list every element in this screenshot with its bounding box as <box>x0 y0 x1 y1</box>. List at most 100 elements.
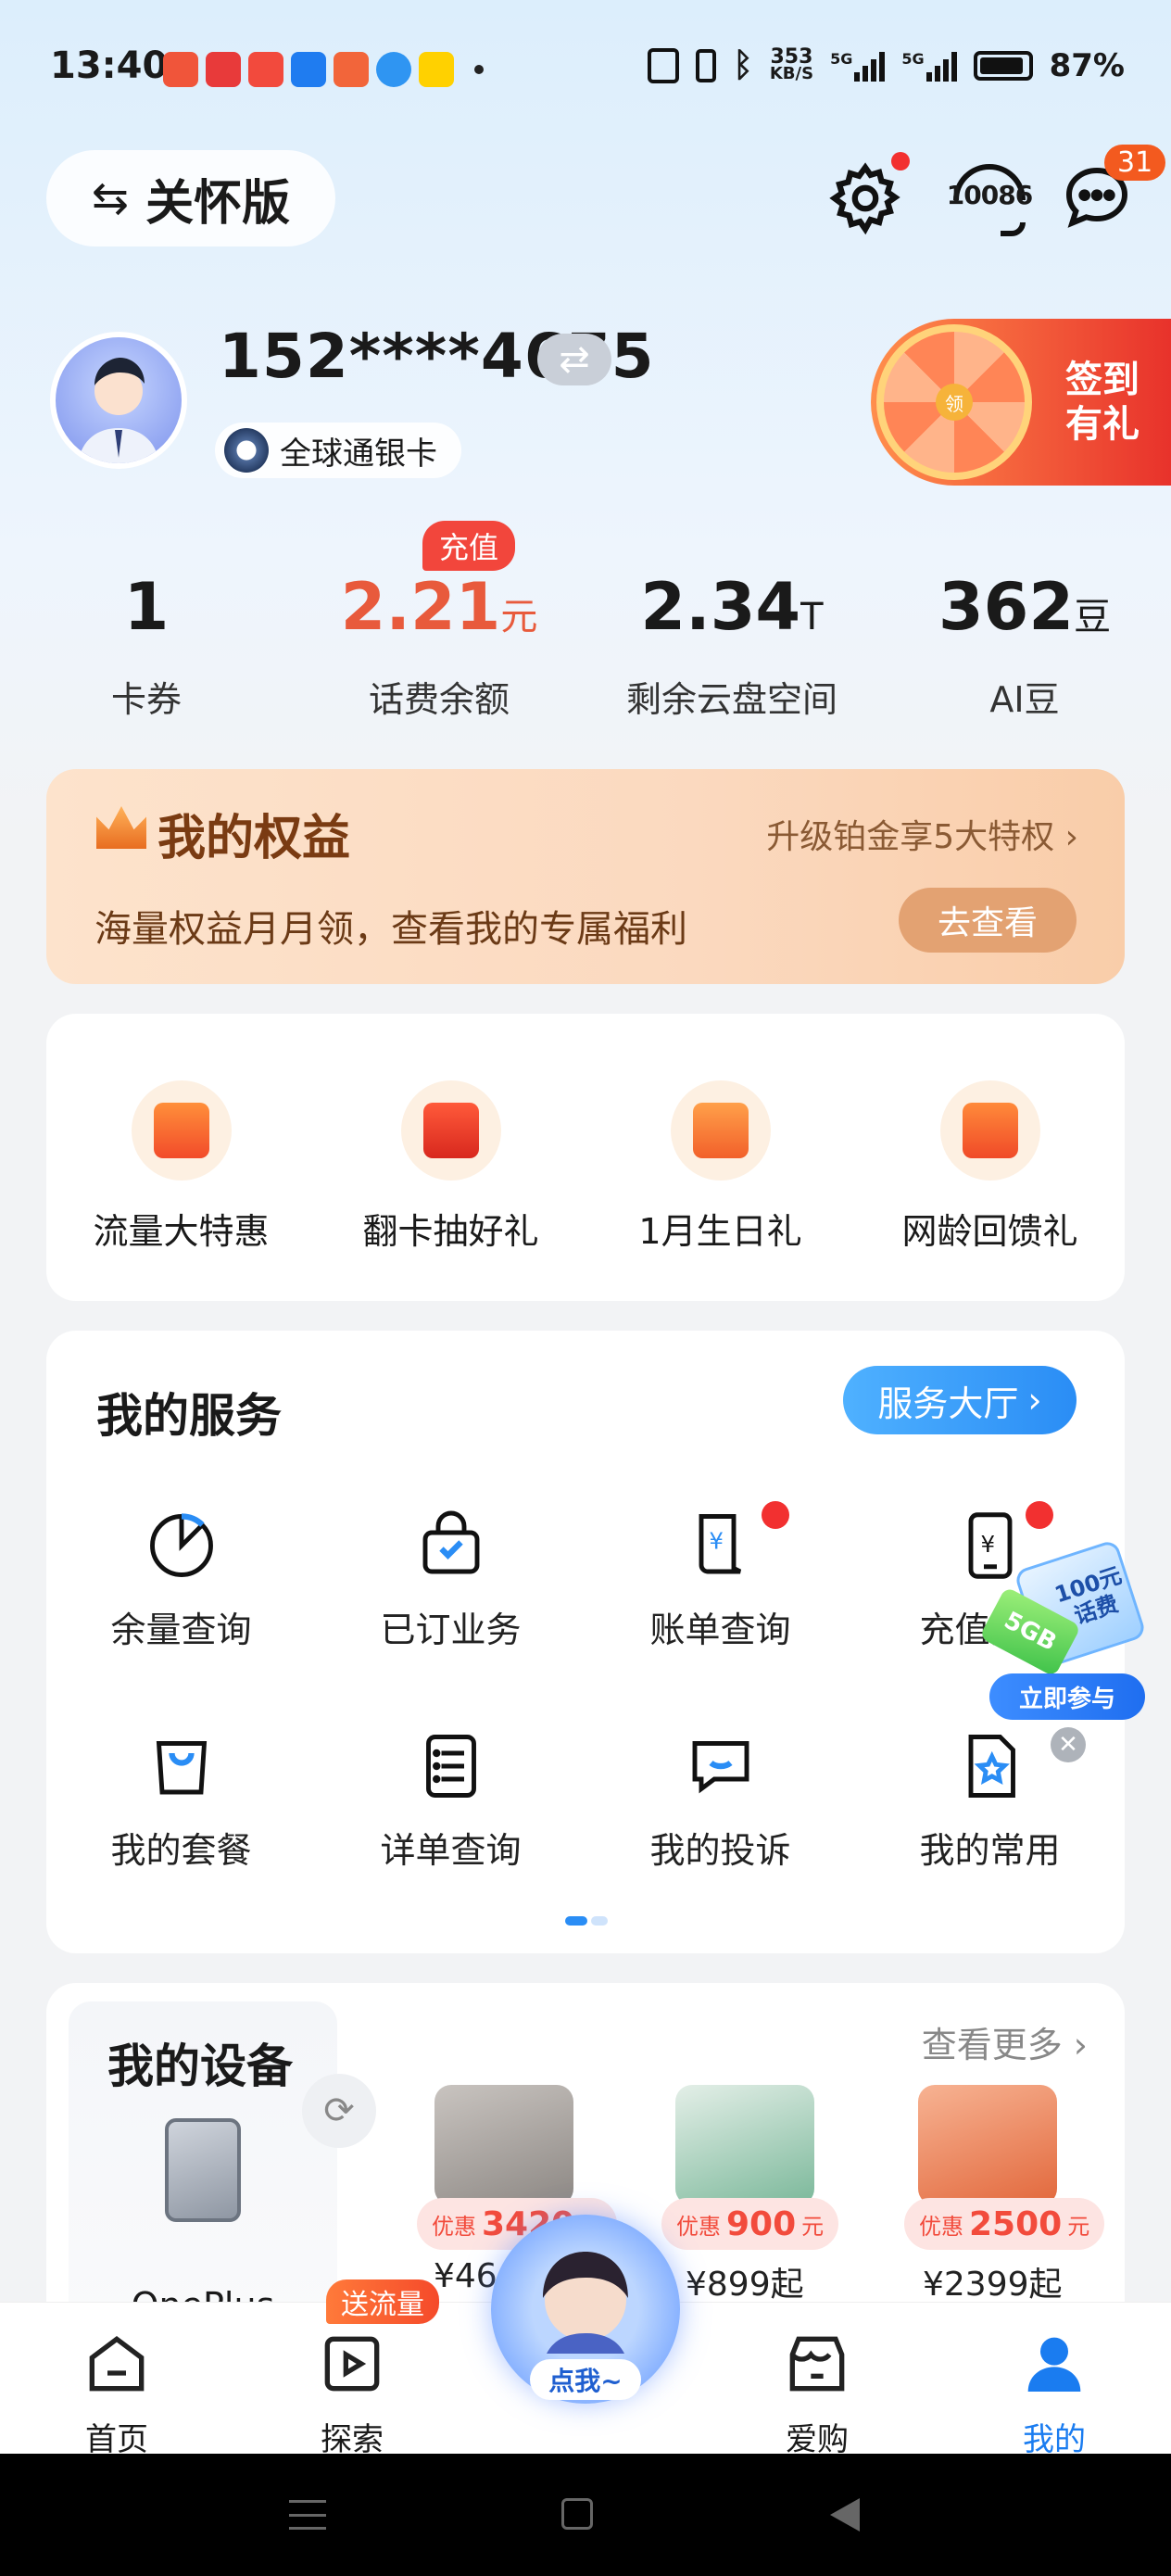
chevron-right-icon: › <box>1062 2025 1088 2065</box>
free-data-badge[interactable]: 送流量 <box>326 2279 439 2324</box>
stat-value: 362豆 <box>878 569 1171 652</box>
signal-1: 5G <box>830 50 886 82</box>
my-device-panel[interactable]: 我的设备 OnePlus <box>69 2001 337 2354</box>
chat-bubble-icon <box>692 1741 749 1794</box>
promo-close-button[interactable]: ✕ <box>1051 1727 1086 1762</box>
devices-more-link[interactable]: 查看更多 › <box>922 2016 1088 2067</box>
bag-check-icon <box>422 1510 479 1574</box>
switch-arrows-icon: ⇆ <box>91 172 130 224</box>
bluetooth-icon: ᛒ <box>733 46 753 84</box>
gift-item-birthday[interactable]: 1月生日礼 <box>586 1080 855 1254</box>
card-level-label: 全球通银卡 <box>280 435 437 473</box>
tab-label: 首页 <box>85 2421 148 2458</box>
menu-line <box>289 2527 326 2530</box>
stat-coupons[interactable]: 1 卡券 <box>0 569 293 722</box>
view-benefits-button[interactable]: 去查看 <box>899 888 1077 953</box>
trend-up-icon <box>131 1080 232 1181</box>
stat-balance[interactable]: 2.21元 话费余额 <box>293 569 586 722</box>
gift-icon-inner <box>153 1103 209 1158</box>
recharge-red-dot <box>1026 1501 1053 1529</box>
service-balance-query[interactable]: 余量查询 <box>46 1507 316 1652</box>
stat-value: 2.21元 <box>293 569 586 652</box>
discount-prefix: 优惠 <box>432 2213 476 2240</box>
discount-unit: 元 <box>801 2213 825 2240</box>
service-bill-query[interactable]: ¥ 账单查询 <box>586 1501 855 1652</box>
service-my-plan[interactable]: 我的套餐 <box>46 1727 316 1873</box>
discount-value: 2500 <box>969 2204 1063 2243</box>
app-notification-icon <box>334 52 369 87</box>
promo-join-button[interactable]: 立即参与 <box>989 1673 1145 1720</box>
bill-red-dot <box>762 1501 789 1529</box>
product-image <box>675 2085 814 2205</box>
prize-wheel-icon: 领 <box>876 324 1032 480</box>
avatar[interactable] <box>50 332 187 469</box>
menu-line <box>289 2500 326 2503</box>
card-level-tag[interactable]: 全球通银卡 <box>215 423 461 478</box>
net-speed: 353 KB/S <box>770 44 813 82</box>
service-label: 我的套餐 <box>110 1830 252 1871</box>
list-doc-icon <box>425 1735 476 1798</box>
stat-label: 剩余云盘空间 <box>625 679 837 720</box>
gift-icon-inner <box>962 1103 1018 1158</box>
service-label: 账单查询 <box>649 1610 791 1650</box>
tab-home[interactable]: 首页 <box>43 2327 191 2459</box>
benefits-upgrade-link[interactable]: 升级铂金享5大特权 › <box>766 810 1078 858</box>
refresh-button[interactable]: ⟳ <box>302 2074 376 2148</box>
stat-number: 1 <box>123 569 170 645</box>
stat-label: AI豆 <box>989 679 1060 720</box>
chevron-right-icon: › <box>1054 818 1078 856</box>
page-indicator <box>565 1916 608 1926</box>
tab-explore[interactable]: 探索 <box>278 2327 426 2459</box>
gift-label: 1月生日礼 <box>638 1211 802 1252</box>
home-square-icon[interactable] <box>561 2498 593 2530</box>
service-call-details[interactable]: 详单查询 <box>316 1727 586 1873</box>
checkin-banner[interactable]: 领 签到 有礼 <box>871 319 1171 486</box>
service-hall-button[interactable]: 服务大厅 › <box>843 1366 1077 1434</box>
tab-shop[interactable]: 爱购 <box>743 2327 891 2459</box>
switch-account-button[interactable]: ⇄ <box>537 334 611 385</box>
tab-mine[interactable]: 我的 <box>980 2327 1128 2459</box>
stat-ai-beans[interactable]: 362豆 AI豆 <box>878 569 1171 722</box>
back-triangle-icon[interactable] <box>830 2498 860 2532</box>
page-dot-active <box>565 1916 587 1926</box>
refresh-icon: ⟳ <box>323 2090 355 2132</box>
hotline-label: 10086 <box>946 180 1033 210</box>
stat-value: 1 <box>0 569 293 652</box>
tab-label: 我的 <box>1023 2421 1086 2458</box>
browser-icon <box>376 52 411 87</box>
status-right: ᛒ 353 KB/S 5G 5G 87% <box>648 46 1125 84</box>
gift-item-card-draw[interactable]: 翻卡抽好礼 <box>316 1080 586 1254</box>
meituan-icon <box>419 52 454 87</box>
gift-item-data-deal[interactable]: 流量大特惠 <box>46 1080 316 1254</box>
hotline-button[interactable]: 10086 <box>936 156 1043 241</box>
menu-icon[interactable] <box>289 2500 326 2530</box>
star-doc-icon <box>968 1735 1015 1798</box>
product-card[interactable] <box>876 2085 1099 2205</box>
settings-button[interactable] <box>823 152 910 241</box>
video-app-icon <box>248 52 283 87</box>
stat-cloud-space[interactable]: 2.34T 剩余云盘空间 <box>586 569 878 722</box>
benefits-card[interactable]: 我的权益 升级铂金享5大特权 › 海量权益月月领，查看我的专属福利 去查看 <box>46 769 1125 984</box>
product-card[interactable] <box>634 2085 856 2205</box>
close-icon: ✕ <box>1058 1731 1078 1759</box>
product-image <box>918 2085 1057 2205</box>
service-complaints[interactable]: 我的投诉 <box>586 1727 855 1873</box>
net-speed-value: 353 <box>770 44 813 69</box>
signal-2: 5G <box>901 50 957 82</box>
gift-item-loyalty[interactable]: 网龄回馈礼 <box>855 1080 1125 1254</box>
more-dot-icon <box>474 65 484 74</box>
stat-unit: 元 <box>500 596 538 638</box>
devices-more-label: 查看更多 <box>921 2025 1063 2065</box>
service-subscriptions[interactable]: 已订业务 <box>316 1507 586 1652</box>
package-bag-icon <box>156 1741 207 1795</box>
discount-prefix: 优惠 <box>676 2213 721 2240</box>
recharge-badge[interactable]: 充值 <box>422 521 516 571</box>
ai-assistant-label[interactable]: 点我~ <box>530 2359 641 2400</box>
discount-value: 900 <box>726 2204 797 2243</box>
switch-arrows-icon: ⇄ <box>559 338 590 381</box>
wheel-center-label: 领 <box>936 384 973 421</box>
product-card[interactable] <box>393 2085 615 2205</box>
care-mode-button[interactable]: ⇆ 关怀版 <box>46 150 335 246</box>
stat-value: 2.34T <box>586 569 878 652</box>
bill-icon: ¥ <box>699 1514 741 1574</box>
